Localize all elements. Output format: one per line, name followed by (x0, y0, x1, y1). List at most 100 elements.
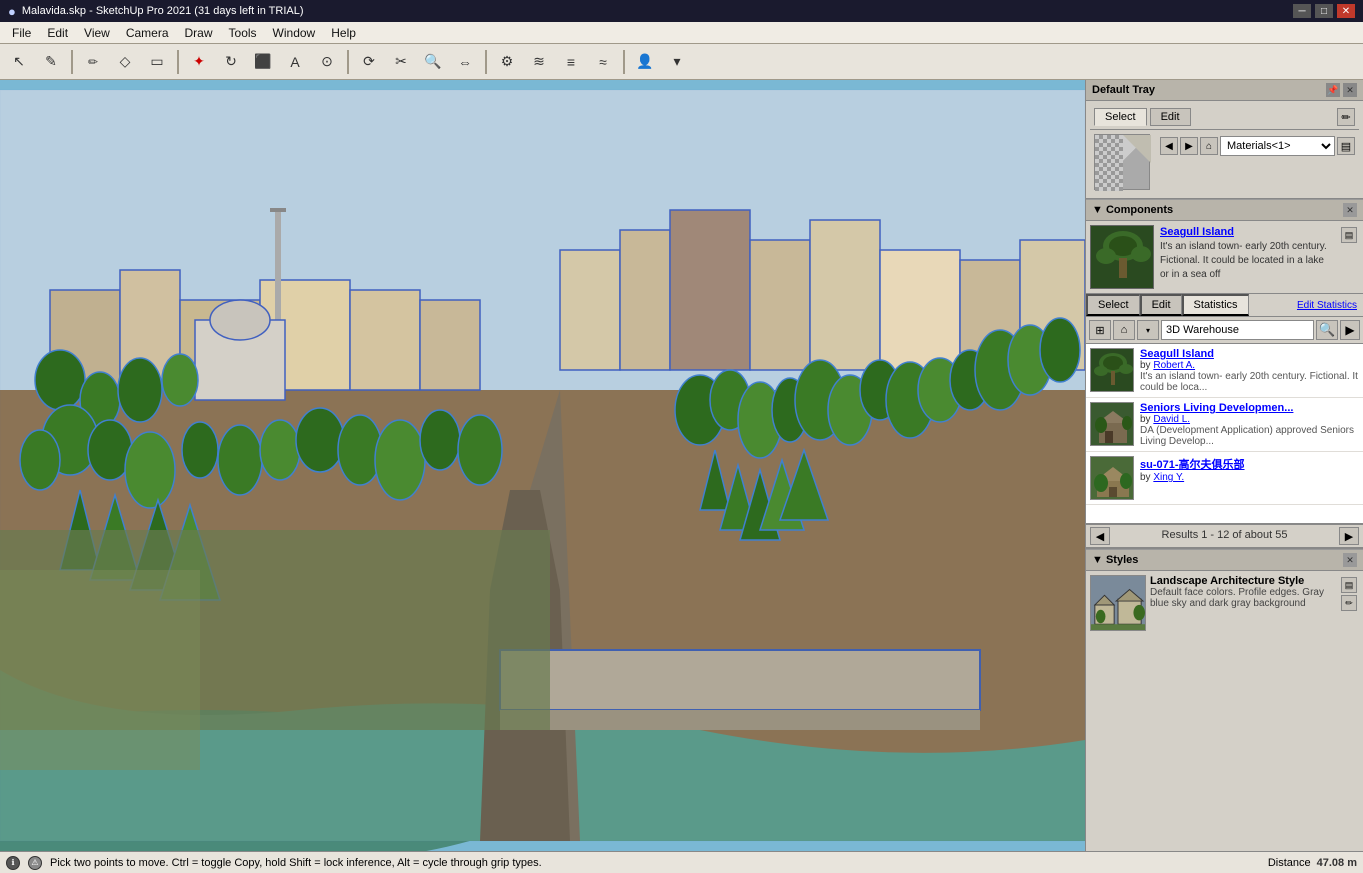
result-title-3[interactable]: su-071-高尔夫俱乐部 (1140, 456, 1359, 472)
pushpull-tool-button[interactable]: ✂ (386, 48, 416, 76)
materials-home-button[interactable]: ⌂ (1200, 137, 1218, 155)
minimize-button[interactable]: ─ (1293, 4, 1311, 18)
move-tool-button[interactable]: ✦ (184, 48, 214, 76)
materials-preview-thumb (1094, 134, 1150, 190)
materials-sample-button[interactable]: ✏ (1337, 108, 1355, 126)
result-thumb-3 (1090, 456, 1134, 500)
components-section-header[interactable]: ▼ Components ✕ (1086, 199, 1363, 221)
orbit-tool-button[interactable]: ⊙ (312, 48, 342, 76)
status-info-icon[interactable]: ℹ (6, 856, 20, 870)
style-name: Landscape Architecture Style (1150, 575, 1335, 587)
menu-view[interactable]: View (76, 24, 118, 42)
result-info-1: Seagull Island by Robert A. It's an isla… (1140, 348, 1359, 393)
component-name[interactable]: Seagull Island (1160, 225, 1333, 240)
menu-draw[interactable]: Draw (177, 24, 221, 42)
maximize-button[interactable]: □ (1315, 4, 1333, 18)
result-thumb-2 (1090, 402, 1134, 446)
menu-help[interactable]: Help (323, 24, 364, 42)
component-select-tab[interactable]: Select (1086, 294, 1140, 316)
component-search-input[interactable] (1161, 320, 1314, 340)
sections-button[interactable]: ≋ (524, 48, 554, 76)
materials-back-button[interactable]: ◀ (1160, 137, 1178, 155)
menu-edit[interactable]: Edit (39, 24, 76, 42)
materials-select-tab[interactable]: Select (1094, 108, 1147, 126)
menu-file[interactable]: File (4, 24, 39, 42)
3d-viewport[interactable] (0, 80, 1085, 851)
layers-button[interactable]: ≡ (556, 48, 586, 76)
materials-details-button[interactable]: ▤ (1337, 137, 1355, 155)
result-desc-2: DA (Development Application) approved Se… (1140, 425, 1359, 447)
component-nav-button[interactable]: ▶ (1340, 320, 1360, 340)
menu-tools[interactable]: Tools (221, 24, 265, 42)
author-link-1[interactable]: Robert A. (1153, 360, 1195, 371)
materials-controls: ◀ ▶ ⌂ Materials<1> ▤ (1160, 134, 1355, 156)
component-statistics-tab[interactable]: Statistics (1182, 294, 1249, 316)
component-pagination: ◀ Results 1 - 12 of about 55 ▶ (1086, 524, 1363, 548)
styles-close-button[interactable]: ✕ (1343, 553, 1357, 567)
result-item-3[interactable]: su-071-高尔夫俱乐部 by Xing Y. (1086, 452, 1363, 505)
pencil-tool-button[interactable]: ✏ (78, 48, 108, 76)
right-panel: Default Tray 📌 ✕ Select Edit ✏ (1085, 80, 1363, 851)
result-desc-1: It's an island town- early 20th century.… (1140, 371, 1359, 393)
author-link-2[interactable]: David L. (1153, 414, 1190, 425)
result-title-2[interactable]: Seniors Living Developmen... (1140, 402, 1359, 414)
result-author-1: by Robert A. (1140, 360, 1359, 371)
styles-options-button[interactable]: ▤ (1341, 577, 1357, 593)
tray-pin-button[interactable]: 📌 (1326, 83, 1340, 97)
model-info-button[interactable]: ⚙ (492, 48, 522, 76)
result-title-1[interactable]: Seagull Island (1140, 348, 1359, 360)
rect-tool-button[interactable]: ▭ (142, 48, 172, 76)
result-author-3: by Xing Y. (1140, 472, 1359, 483)
tray-close-button[interactable]: ✕ (1343, 83, 1357, 97)
tape-tool-button[interactable]: ⇔ (450, 48, 480, 76)
results-next-button[interactable]: ▶ (1339, 527, 1359, 545)
styles-section-header[interactable]: ▼ Styles ✕ (1086, 549, 1363, 571)
component-options-button[interactable]: ▤ (1341, 227, 1357, 243)
app-icon: ● (8, 4, 16, 19)
eraser-tool-button[interactable]: ✎ (36, 48, 66, 76)
zoom-tool-button[interactable]: 🔍 (418, 48, 448, 76)
component-edit-tab[interactable]: Edit (1140, 294, 1182, 316)
scenes-button[interactable]: ≈ (588, 48, 618, 76)
paint-tool-button[interactable]: ⟳ (354, 48, 384, 76)
result-info-3: su-071-高尔夫俱乐部 by Xing Y. (1140, 456, 1359, 500)
status-warning-icon[interactable]: ⚠ (28, 856, 42, 870)
select-tool-button[interactable]: ↖ (4, 48, 34, 76)
component-results-list[interactable]: Seagull Island by Robert A. It's an isla… (1086, 344, 1363, 524)
scale-tool-button[interactable]: ⬛ (248, 48, 278, 76)
results-prev-button[interactable]: ◀ (1090, 527, 1110, 545)
toolbar-separator-2 (177, 50, 179, 74)
titlebar: ● Malavida.skp - SketchUp Pro 2021 (31 d… (0, 0, 1363, 22)
menu-camera[interactable]: Camera (118, 24, 177, 42)
dropdown-tool-button[interactable]: ▾ (662, 48, 692, 76)
result-info-2: Seniors Living Developmen... by David L.… (1140, 402, 1359, 447)
text-tool-button[interactable]: A (280, 48, 310, 76)
result-item-2[interactable]: Seniors Living Developmen... by David L.… (1086, 398, 1363, 452)
components-close-button[interactable]: ✕ (1343, 203, 1357, 217)
component-view-button[interactable]: ⊞ (1089, 320, 1111, 340)
component-home-button[interactable]: ⌂ (1113, 320, 1135, 340)
tray-title: Default Tray (1092, 84, 1155, 96)
tray-controls: 📌 ✕ (1326, 83, 1357, 97)
styles-edit-button[interactable]: ✏ (1341, 595, 1357, 611)
profile-button[interactable]: 👤 (630, 48, 660, 76)
materials-forward-button[interactable]: ▶ (1180, 137, 1198, 155)
toolbar-separator-4 (485, 50, 487, 74)
window-title: Malavida.skp - SketchUp Pro 2021 (31 day… (22, 5, 304, 17)
edit-statistics-button[interactable]: Edit Statistics (1291, 294, 1363, 316)
component-search-button[interactable]: 🔍 (1316, 320, 1338, 340)
materials-edit-tab[interactable]: Edit (1150, 108, 1191, 126)
materials-dropdown[interactable]: Materials<1> (1220, 136, 1335, 156)
tray-header: Default Tray 📌 ✕ (1086, 80, 1363, 101)
close-button[interactable]: ✕ (1337, 4, 1355, 18)
style-description: Default face colors. Profile edges. Gray… (1150, 587, 1335, 609)
component-home2-button[interactable]: ▾ (1137, 320, 1159, 340)
style-preview-thumb (1090, 575, 1146, 631)
result-item[interactable]: Seagull Island by Robert A. It's an isla… (1086, 344, 1363, 398)
result-thumb-1 (1090, 348, 1134, 392)
scene-canvas (0, 80, 1085, 851)
rotate-tool-button[interactable]: ↻ (216, 48, 246, 76)
menu-window[interactable]: Window (265, 24, 324, 42)
shape-tool-button[interactable]: ◇ (110, 48, 140, 76)
author-link-3[interactable]: Xing Y. (1153, 472, 1184, 483)
